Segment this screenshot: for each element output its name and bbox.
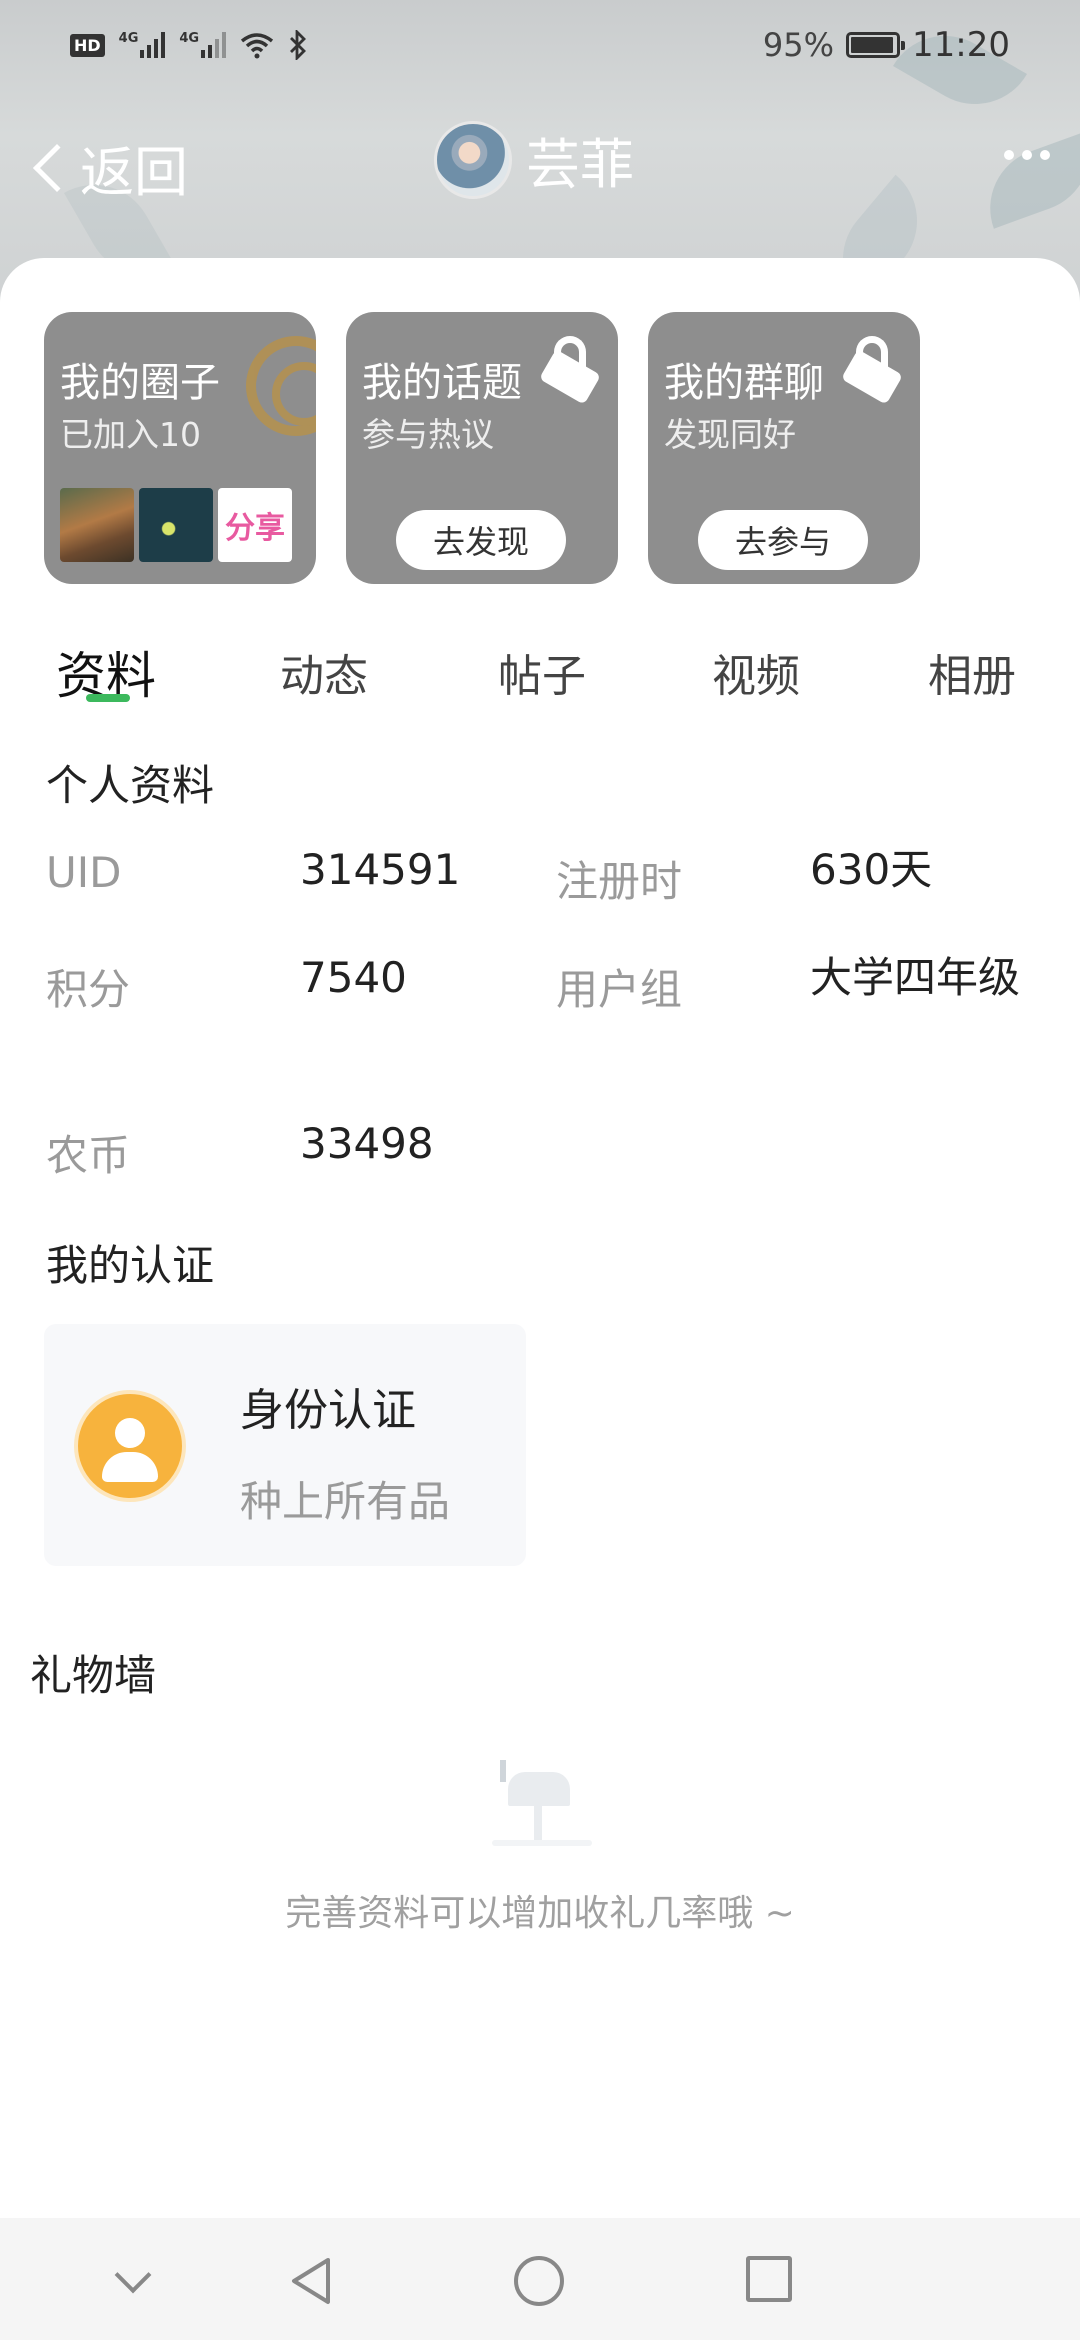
share-thumbnail-label: 分享 <box>225 511 285 546</box>
discover-button[interactable]: 去发现 <box>396 510 566 570</box>
user-icon <box>74 1390 186 1502</box>
profile-tabs: 资料 动态 帖子 视频 相册 <box>0 618 1080 728</box>
battery-icon <box>846 32 906 58</box>
active-tab-indicator <box>86 694 130 702</box>
tab-posts[interactable]: 帖子 <box>498 640 586 704</box>
registered-value: 630天 <box>810 845 933 894</box>
signal-icon: 4G <box>119 32 166 58</box>
gift-wall-empty-text: 完善资料可以增加收礼几率哦 ~ <box>285 1893 795 1934</box>
back-button[interactable]: 返回 <box>30 128 188 207</box>
my-circles-tile[interactable]: 我的圈子 已加入10 分享 <box>44 312 316 584</box>
bird-thumbnail[interactable] <box>60 488 134 562</box>
circle-thumbnails: 分享 <box>60 488 292 562</box>
status-bar: HD 4G 4G 95% 11:20 <box>0 0 1080 90</box>
points-label: 积分 <box>46 965 131 1014</box>
share-thumbnail[interactable]: 分享 <box>218 488 292 562</box>
chevron-left-icon <box>32 143 82 192</box>
circle-logo-icon <box>246 336 316 436</box>
tile-subtitle: 已加入10 <box>60 415 201 454</box>
top-navigation: 返回 芸菲 <box>0 110 1080 210</box>
uid-value: 314591 <box>300 845 461 894</box>
tab-album[interactable]: 相册 <box>928 640 1016 704</box>
signal-bars <box>140 32 166 58</box>
verification-subtitle: 种上所有品 <box>240 1477 451 1526</box>
my-group-chats-tile[interactable]: 我的群聊 发现同好 去参与 <box>648 312 920 584</box>
bluetooth-icon <box>290 30 307 60</box>
mailbox-icon <box>490 1760 600 1850</box>
registered-label: 注册时 <box>556 857 683 906</box>
status-bar-left: HD 4G 4G <box>70 30 308 60</box>
lock-icon <box>840 336 904 405</box>
my-topics-tile[interactable]: 我的话题 参与热议 去发现 <box>346 312 618 584</box>
more-options-button[interactable] <box>1004 150 1050 160</box>
profile-header[interactable]: 芸菲 <box>434 120 634 199</box>
hd-icon: HD <box>70 33 105 57</box>
chevron-down-icon[interactable] <box>114 2256 152 2294</box>
certification-title: 我的认证 <box>46 1241 215 1290</box>
tile-subtitle: 发现同好 <box>664 415 796 454</box>
uid-label: UID <box>46 848 122 897</box>
more-icon-dot <box>1022 150 1032 160</box>
gift-wall-title: 礼物墙 <box>30 1651 157 1700</box>
battery-percent: 95% <box>762 26 835 64</box>
tab-videos[interactable]: 视频 <box>712 640 800 704</box>
network-type-label: 4G <box>118 31 139 46</box>
identity-verification-card[interactable]: 身份认证 种上所有品 <box>44 1324 526 1566</box>
avatar[interactable] <box>434 120 512 199</box>
lock-icon <box>538 336 602 405</box>
points-value: 7540 <box>300 953 407 1002</box>
more-icon-dot <box>1004 150 1014 160</box>
coins-label: 农币 <box>46 1131 131 1180</box>
back-triangle-icon[interactable] <box>288 2256 334 2306</box>
back-label: 返回 <box>80 141 188 204</box>
tile-title: 我的群聊 <box>664 360 824 406</box>
tile-title: 我的话题 <box>362 360 522 406</box>
verification-title: 身份认证 <box>240 1385 416 1436</box>
signal-bars <box>201 32 227 58</box>
signal-icon: 4G <box>179 31 227 58</box>
coins-value: 33498 <box>300 1119 434 1168</box>
user-group-label: 用户组 <box>556 965 683 1014</box>
system-navigation-bar <box>0 2218 1080 2340</box>
profile-name: 芸菲 <box>526 133 634 196</box>
tile-title: 我的圈子 <box>60 360 220 406</box>
clock: 11:20 <box>912 25 1010 65</box>
more-icon-dot <box>1040 150 1050 160</box>
moon-thumbnail[interactable] <box>139 488 213 562</box>
personal-info-title: 个人资料 <box>46 761 215 810</box>
join-button[interactable]: 去参与 <box>698 510 868 570</box>
network-type-label: 4G <box>179 31 200 46</box>
recent-apps-square-icon[interactable] <box>746 2256 792 2302</box>
battery-fill <box>851 37 893 53</box>
tab-activity[interactable]: 动态 <box>280 640 368 704</box>
home-circle-icon[interactable] <box>514 2256 564 2306</box>
user-group-value: 大学四年级 <box>810 953 1021 1002</box>
status-bar-right: 95% 11:20 <box>763 25 1010 65</box>
feature-tiles: 我的圈子 已加入10 分享 我的话题 参与热议 去发现 我的群聊 发现同好 去参… <box>44 312 920 584</box>
wifi-icon <box>241 33 274 59</box>
tile-subtitle: 参与热议 <box>362 415 494 454</box>
